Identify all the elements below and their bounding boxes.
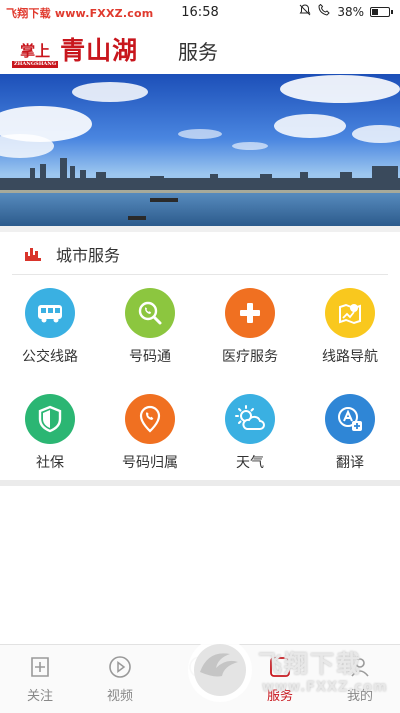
alarm-icon [299,4,311,19]
battery-percent: 38% [337,4,364,19]
service-label: 线路导航 [322,349,378,365]
divider [12,274,388,275]
service-medical[interactable]: 医疗服务 [200,288,300,366]
tab-label: 关注 [26,689,53,704]
shield-icon [25,394,75,444]
watermark-brand-text: 飞翔下载 [258,650,362,678]
tab-follow[interactable]: 关注 [0,653,80,704]
service-social-security[interactable]: 社保 [0,394,100,472]
follow-icon [26,653,54,681]
video-play-icon [106,653,134,681]
tab-label: 视频 [106,689,133,704]
service-weather[interactable]: 天气 [200,394,300,472]
service-label: 号码归属 [122,455,178,471]
app-header: 掌上 ZHANGSHANG 青山湖 服务 [0,26,400,74]
app-logo: 掌上 ZHANGSHANG 青山湖 [12,32,138,68]
service-number-location[interactable]: 号码归属 [100,394,200,472]
medical-plus-icon [225,288,275,338]
battery-icon [370,6,393,17]
translate-icon [325,394,375,444]
service-navigation[interactable]: 线路导航 [300,288,400,366]
tab-video[interactable]: 视频 [80,653,160,704]
watermark-overlay: 飞翔下载 www.FXXZ.com [182,630,400,710]
service-phone-search[interactable]: 号码通 [100,288,200,366]
service-label: 翻译 [336,455,364,471]
bottom-separator [0,480,400,486]
phone-signal-icon [317,3,331,19]
map-navigation-icon [325,288,375,338]
service-label: 天气 [236,455,264,471]
service-label: 公交线路 [22,349,78,365]
banner-image[interactable] [0,74,400,226]
section-title: 城市服务 [56,246,121,265]
service-label: 社保 [36,455,64,471]
page-title: 服务 [178,40,218,64]
status-bar: 飞翔下载 www.FXXZ.com 16:58 38% [0,0,400,26]
service-translate[interactable]: 翻译 [300,394,400,472]
status-right: 38% [299,3,393,19]
weather-icon [225,394,275,444]
phone-search-icon [125,288,175,338]
bus-icon [25,288,75,338]
service-label: 号码通 [129,349,171,365]
logo-small-text: 掌上 [20,42,51,60]
city-skyline-icon [24,246,42,266]
watermark-brand-url: www.FXXZ.com [262,680,388,695]
logo-big-text: 青山湖 [60,36,139,65]
service-label: 医疗服务 [222,349,278,365]
section-header: 城市服务 [0,232,400,274]
phone-location-icon [125,394,175,444]
service-bus-lines[interactable]: 公交线路 [0,288,100,366]
logo-small-sub: ZHANGSHANG [12,61,59,68]
